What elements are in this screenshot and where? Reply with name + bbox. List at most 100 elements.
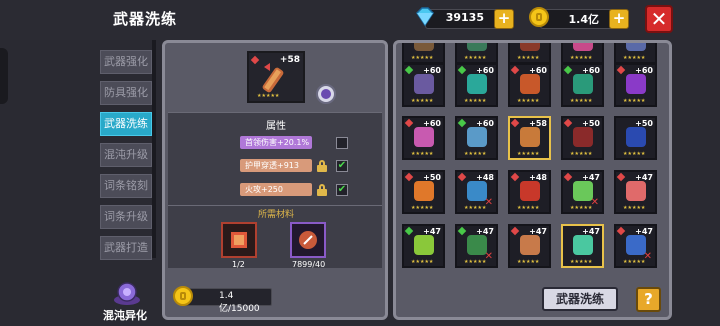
gold-counter: 1.4亿 +: [529, 7, 629, 29]
weapon-level: +60: [635, 66, 653, 75]
star-rating: ★★★★★: [464, 151, 487, 157]
weapon-cell[interactable]: +47 ★★★★★ ✕: [614, 224, 657, 268]
material-slot-2[interactable]: [290, 222, 326, 258]
lock-checkbox-1[interactable]: [336, 137, 348, 149]
sidebar-divider: [152, 40, 156, 258]
material-slot-1[interactable]: [221, 222, 257, 258]
close-button[interactable]: ✕: [645, 5, 673, 33]
unavailable-mark-icon: ✕: [484, 251, 493, 262]
chaos-label[interactable]: 混沌异化: [103, 307, 147, 323]
weapon-level: +50: [635, 119, 653, 128]
help-button[interactable]: ?: [636, 287, 661, 312]
weapon-cell[interactable]: +47 ★★★★★: [402, 224, 445, 268]
star-rating: ★★★★★: [517, 259, 540, 265]
weapon-cell[interactable]: +47 ★★★★★: [561, 224, 604, 268]
weapon-cell[interactable]: +47 ★★★★★ ✕: [561, 170, 604, 214]
weapon-cell[interactable]: +60 ★★★★★: [614, 63, 657, 107]
weapon-icon: [467, 127, 487, 147]
star-rating: ★★★★★: [517, 151, 540, 157]
star-rating: ★★★★★: [570, 55, 593, 61]
chaos-orb-icon[interactable]: [112, 280, 142, 306]
weapon-cell[interactable]: ★★★★★: [614, 43, 657, 64]
weapon-cell[interactable]: +60 ★★★★★: [455, 63, 498, 107]
weapon-cell[interactable]: ★★★★★: [561, 43, 604, 64]
swap-weapon-button[interactable]: [316, 84, 336, 104]
add-gold-button[interactable]: +: [609, 9, 629, 29]
weapon-level: +47: [423, 227, 441, 236]
attribute-row-3: 火攻+250: [240, 183, 312, 196]
weapon-level: +60: [529, 66, 547, 75]
weapon-cell[interactable]: +47 ★★★★★: [508, 224, 551, 268]
gem-socket-icon: [563, 118, 573, 128]
weapon-cell[interactable]: ★★★★★: [402, 43, 445, 64]
lock-checkbox-3[interactable]: ✔: [336, 184, 348, 196]
star-rating: ★★★★★: [623, 151, 646, 157]
star-rating: ★★★★★: [623, 205, 646, 211]
star-rating: ★★★★★: [570, 151, 593, 157]
add-gems-button[interactable]: +: [494, 9, 514, 29]
divider: [168, 112, 382, 113]
attribute-row-1: 首领伤害+20.1%: [240, 136, 312, 149]
tab-chaos-upgrade[interactable]: 混沌升级: [100, 143, 152, 167]
weapon-icon: [626, 181, 646, 201]
star-rating: ★★★★★: [517, 55, 540, 61]
refine-button[interactable]: 武器洗练: [542, 287, 618, 311]
star-rating: ★★★★★: [411, 55, 434, 61]
weapon-icon: [626, 127, 646, 147]
weapon-cell[interactable]: +48 ★★★★★ ✕: [455, 170, 498, 214]
star-rating: ★★★★★: [411, 151, 434, 157]
tab-weapon-forge[interactable]: 武器打造: [100, 236, 152, 260]
weapon-level: +50: [582, 119, 600, 128]
weapon-icon: [520, 181, 540, 201]
attribute-row-2: 护甲穿透+913: [240, 159, 312, 172]
star-rating: ★★★★★: [411, 259, 434, 265]
weapon-level: +50: [423, 173, 441, 182]
weapon-cell[interactable]: +60 ★★★★★: [508, 63, 551, 107]
star-rating: ★★★★★: [464, 98, 487, 104]
gem-counter: 39135 +: [416, 7, 514, 29]
unavailable-mark-icon: ✕: [643, 251, 652, 262]
weapon-icon: [414, 127, 434, 147]
weapon-cell[interactable]: +60 ★★★★★: [402, 63, 445, 107]
weapon-inventory: ★★★★★ ★★★★★ ★★★★★ ★★★★★ ★★★★★ +60 ★★★★★ +60 ★★★★…: [393, 40, 672, 320]
gem-socket-icon: [404, 118, 414, 128]
star-rating: ★★★★★: [570, 259, 593, 265]
material-count-1: 1/2: [232, 260, 245, 269]
tab-armor-enhance[interactable]: 防具强化: [100, 81, 152, 105]
gem-socket-icon: [510, 65, 520, 75]
star-rating: ★★★★★: [623, 259, 646, 265]
gem-socket-icon: [616, 65, 626, 75]
tab-affix-upgrade[interactable]: 词条升级: [100, 205, 152, 229]
tab-affix-inscribe[interactable]: 词条铭刻: [100, 174, 152, 198]
weapon-cell[interactable]: +60 ★★★★★: [402, 116, 445, 160]
weapon-icon: [520, 74, 540, 94]
materials-title: 所需材料: [258, 210, 295, 220]
weapon-cell[interactable]: +47 ★★★★★: [614, 170, 657, 214]
weapon-cell[interactable]: +58 ★★★★★: [508, 116, 551, 160]
selected-weapon-slot[interactable]: +58 ★★★★★: [247, 51, 305, 103]
weapon-icon: [626, 74, 646, 94]
gold-cost: 1.4亿/15000: [173, 286, 272, 314]
weapon-icon: [520, 127, 540, 147]
lock-checkbox-2[interactable]: ✔: [336, 160, 348, 172]
tab-weapon-refine[interactable]: 武器洗练: [100, 112, 152, 136]
weapon-level: +60: [476, 119, 494, 128]
weapon-cell[interactable]: ★★★★★: [455, 43, 498, 64]
gem-socket-icon: [563, 65, 573, 75]
weapon-cell[interactable]: +50 ★★★★★: [561, 116, 604, 160]
weapon-cell[interactable]: +50 ★★★★★: [402, 170, 445, 214]
gem-socket-icon: [404, 226, 414, 236]
weapon-level: +47: [582, 173, 600, 182]
weapon-cell[interactable]: +50 ★★★★★: [614, 116, 657, 160]
weapon-level: +47: [635, 227, 653, 236]
divider: [168, 205, 382, 206]
weapon-cell[interactable]: +47 ★★★★★ ✕: [455, 224, 498, 268]
weapon-cell[interactable]: +60 ★★★★★: [455, 116, 498, 160]
weapon-level: +60: [423, 66, 441, 75]
weapon-icon: [573, 127, 593, 147]
tab-weapon-enhance[interactable]: 武器强化: [100, 50, 152, 74]
weapon-cell[interactable]: +48 ★★★★★: [508, 170, 551, 214]
unavailable-mark-icon: ✕: [484, 197, 493, 208]
weapon-cell[interactable]: ★★★★★: [508, 43, 551, 64]
weapon-cell[interactable]: +60 ★★★★★: [561, 63, 604, 107]
